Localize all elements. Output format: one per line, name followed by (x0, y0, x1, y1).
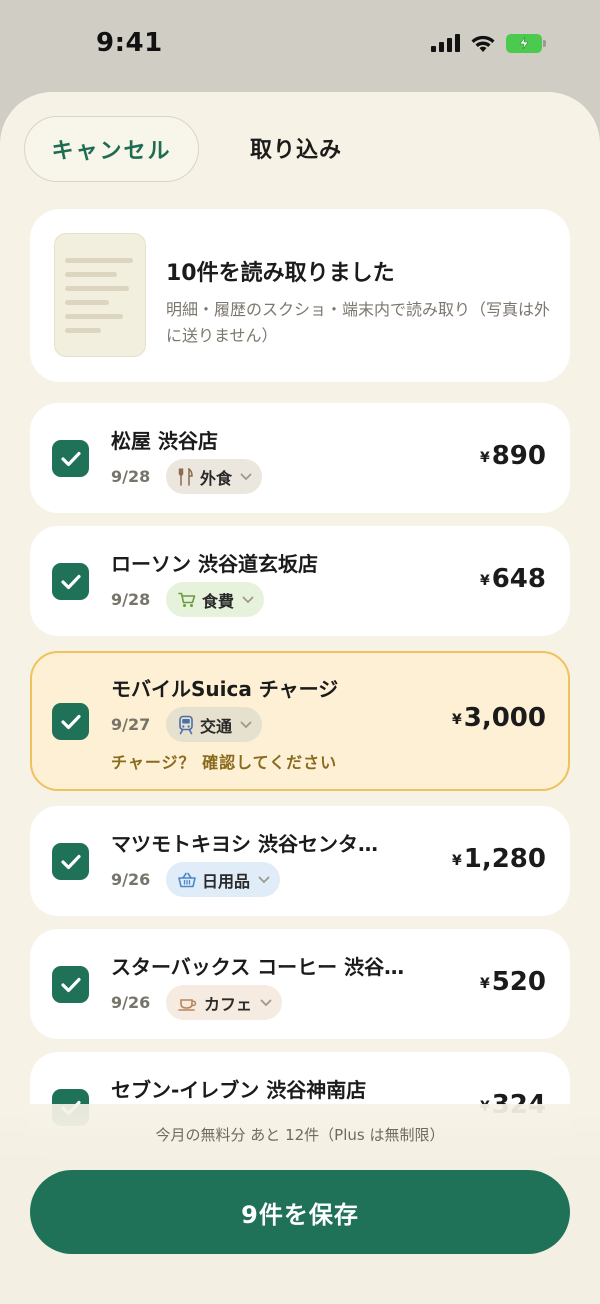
transaction-date: 9/28 (111, 467, 151, 486)
transaction-name: モバイルSuica チャージ (111, 677, 339, 701)
free-quota-text: 今月の無料分 あと 12件（Plus は無制限） (155, 1126, 445, 1144)
transaction-date: 9/26 (111, 993, 151, 1012)
category-chip[interactable]: カフェ (166, 985, 283, 1020)
transaction-checkbox[interactable] (52, 440, 89, 477)
category-label: 日用品 (202, 871, 251, 891)
transaction-checkbox[interactable] (52, 703, 89, 740)
chevron-down-icon (242, 596, 254, 603)
transaction-amount: ¥1,280 (452, 844, 546, 874)
chevron-down-icon (258, 876, 270, 883)
checkmark-icon (60, 714, 81, 729)
transaction-date: 9/28 (111, 590, 151, 609)
charge-warning-text: チャージ？ 確認してください (111, 753, 338, 772)
category-label: 外食 (200, 468, 233, 488)
category-chip[interactable]: 日用品 (166, 862, 281, 897)
category-chip[interactable]: 交通 (166, 707, 263, 742)
transaction-name: ローソン 渋谷道玄坂店 (111, 552, 318, 576)
category-label: カフェ (204, 994, 253, 1014)
transaction-row[interactable]: 松屋 渋谷店 9/28 外食 ¥890 (30, 403, 570, 513)
coffee-cup-icon (178, 998, 197, 1011)
basket-icon (178, 872, 196, 887)
transaction-name: 松屋 渋谷店 (111, 429, 218, 453)
train-icon (179, 715, 193, 734)
transaction-checkbox[interactable] (52, 966, 89, 1003)
chevron-down-icon (240, 721, 252, 728)
transaction-checkbox[interactable] (52, 563, 89, 600)
transaction-date: 9/26 (111, 870, 151, 889)
status-time: 9:41 (96, 28, 163, 58)
transaction-name: マツモトキヨシ 渋谷センタ… (111, 832, 378, 856)
scan-summary-card: 10件を読み取りました 明細・履歴のスクショ・端末内で読み取り（写真は外に送りま… (30, 209, 570, 382)
status-bar: 9:41 (0, 0, 600, 92)
checkmark-icon (60, 977, 81, 992)
transaction-row[interactable]: スターバックス コーヒー 渋谷… 9/26 カフェ ¥520 (30, 929, 570, 1039)
document-thumbnail-icon (54, 233, 146, 357)
category-label: 交通 (200, 716, 233, 736)
fork-knife-icon (178, 467, 193, 486)
transaction-amount: ¥890 (479, 441, 546, 471)
footer-bar: 今月の無料分 あと 12件（Plus は無制限） 9件を保存 (0, 1104, 600, 1304)
transaction-name: スターバックス コーヒー 渋谷… (111, 955, 405, 979)
transaction-checkbox[interactable] (52, 843, 89, 880)
transaction-date: 9/27 (111, 715, 151, 734)
page-title: 取り込み (250, 138, 343, 163)
wifi-icon (471, 35, 495, 52)
cart-icon (178, 592, 196, 607)
status-icons (431, 33, 546, 53)
transaction-row-warning[interactable]: モバイルSuica チャージ 9/27 交通 ¥3,000 チャージ？ 確認して… (30, 651, 570, 791)
checkmark-icon (60, 854, 81, 869)
transaction-name: セブン-イレブン 渋谷神南店 (111, 1078, 367, 1102)
save-button[interactable]: 9件を保存 (30, 1170, 570, 1254)
transaction-amount: ¥520 (479, 967, 546, 997)
transaction-amount: ¥3,000 (452, 703, 546, 733)
chevron-down-icon (240, 473, 252, 480)
category-label: 食費 (202, 591, 235, 611)
category-chip[interactable]: 外食 (166, 459, 263, 494)
scan-summary-subtitle: 明細・履歴のスクショ・端末内で読み取り（写真は外に送りません） (166, 300, 551, 345)
transaction-row[interactable]: ローソン 渋谷道玄坂店 9/28 食費 ¥648 (30, 526, 570, 636)
chevron-down-icon (260, 999, 272, 1006)
checkmark-icon (60, 451, 81, 466)
scan-summary-title: 10件を読み取りました (166, 261, 395, 286)
battery-charging-icon (506, 33, 546, 53)
checkmark-icon (60, 574, 81, 589)
category-chip[interactable]: 食費 (166, 582, 265, 617)
sheet-header: キャンセル 取り込み (0, 92, 600, 202)
import-sheet: キャンセル 取り込み 10件を読み取りました 明細・履歴のスクショ・端末内で読み… (0, 92, 600, 1304)
cancel-button[interactable]: キャンセル (24, 116, 199, 182)
transaction-amount: ¥648 (479, 564, 546, 594)
cellular-signal-icon (431, 34, 460, 52)
transaction-row[interactable]: マツモトキヨシ 渋谷センタ… 9/26 日用品 ¥1,280 (30, 806, 570, 916)
